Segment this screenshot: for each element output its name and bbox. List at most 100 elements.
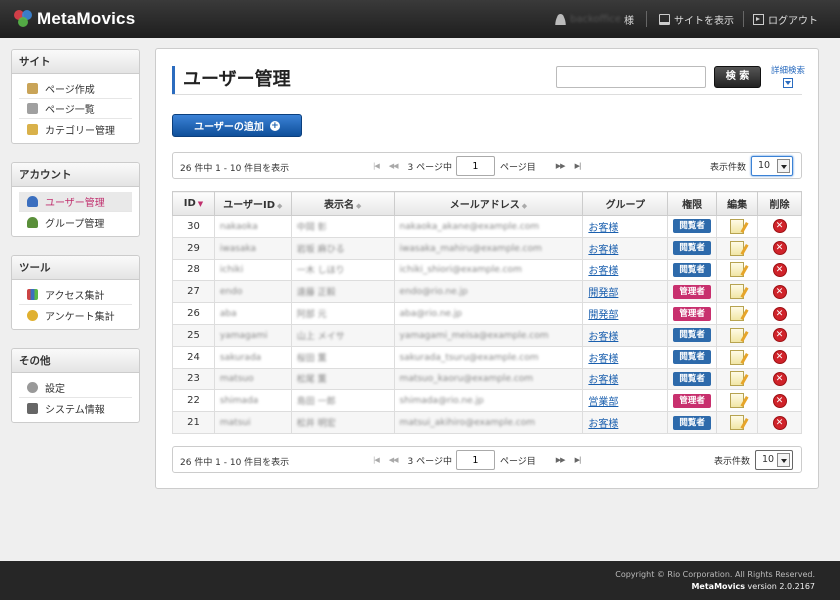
group-link[interactable]: お客様 [588,354,618,365]
cell-group: 開発部 [582,302,669,325]
cell-edit [716,345,759,369]
edit-icon[interactable] [730,415,745,431]
edit-icon[interactable] [730,349,745,365]
delete-icon[interactable]: ✕ [772,241,787,256]
cell-user-id: endo [213,280,292,304]
sidebar-item-page-create[interactable]: ページ作成 [19,79,132,99]
logout-link[interactable]: ログアウト [753,12,818,27]
sidebar-item-users[interactable]: ユーザー管理 [19,192,132,212]
cell-edit [716,258,759,282]
edit-icon[interactable] [730,327,745,343]
table-row: 23 matsuo 松尾 薫 matsuo_kaoru@example.com お客様 閲… [172,367,802,391]
table-row: 29 iwasaka 岩坂 麻ひる iwasaka_mahiru@example.co… [172,236,802,260]
next-page-icon[interactable]: ▶▶ [556,456,566,464]
sidebar-item-survey-stats[interactable]: アンケート集計 [19,305,132,325]
survey-icon [27,309,38,321]
add-user-button[interactable]: ユーザーの追加 + [172,114,302,137]
sidebar-section-title: その他 [12,349,139,373]
column-header-role: 権限 [667,191,718,216]
result-info: 26 件中 1 - 10 件目を表示 [180,458,290,468]
delete-icon[interactable]: ✕ [772,262,787,277]
delete-icon[interactable]: ✕ [772,306,787,321]
edit-icon[interactable] [730,393,745,409]
table-row: 24 sakurada 桜田 薫 sakurada_tsuru@example.com… [172,345,802,369]
group-link[interactable]: お客様 [588,332,618,343]
user-name: backoffice [570,13,621,25]
next-page-icon[interactable]: ▶▶ [556,162,566,170]
edit-icon[interactable] [730,240,745,256]
page-size-select[interactable]: 10 [751,156,793,176]
delete-icon[interactable]: ✕ [772,393,787,408]
group-link[interactable]: お客様 [588,223,618,234]
delete-icon[interactable]: ✕ [772,415,787,430]
sort-desc-icon: ▼ [197,200,204,208]
total-pages-label: 3 ページ中 [407,162,452,173]
group-link[interactable]: お客様 [588,375,618,386]
delete-icon[interactable]: ✕ [772,284,787,299]
group-link[interactable]: 開発部 [588,310,618,321]
copyright: Copyright © Rio Corporation. All Rights … [615,570,815,579]
cell-group: お客様 [582,323,669,347]
cell-group: お客様 [582,411,669,434]
page-size-select[interactable]: 10 [755,450,793,470]
edit-icon[interactable] [730,371,745,387]
page-size-label: 表示件数 [713,456,750,467]
cell-user-id: sakurada [213,345,292,369]
column-header-id[interactable]: ID ▼ [172,191,215,216]
advanced-search-link[interactable]: 詳細検索 [768,64,808,88]
cell-display-name: 松井 明宏 [290,411,395,434]
cell-delete: ✕ [757,323,802,347]
group-link[interactable]: お客様 [588,245,618,256]
user-suffix: 様 [624,15,634,27]
chevron-down-icon [777,159,790,173]
view-site-link[interactable]: サイトを表示 [659,12,734,27]
role-badge: 閲覧者 [673,371,712,386]
sidebar-item-page-list[interactable]: ページ一覧 [19,99,132,119]
page-number-input[interactable] [455,450,495,470]
sidebar-item-category[interactable]: カテゴリー管理 [19,119,132,139]
edit-icon[interactable] [730,306,745,322]
first-page-icon[interactable]: |◀ [373,162,380,170]
sidebar-section-site: サイト ページ作成 ページ一覧 カテゴリー管理 [11,49,140,144]
app-logo[interactable]: MetaMovics [14,9,135,29]
delete-icon[interactable]: ✕ [772,350,787,365]
delete-icon[interactable]: ✕ [772,219,787,234]
delete-icon[interactable]: ✕ [772,328,787,343]
table-header-row: ID ▼ ユーザーID ◆ 表示名 ◆ メールアドレス ◆ グループ 権限 編集 削除 [172,191,802,216]
last-page-icon[interactable]: ▶| [575,456,582,464]
column-header-display-name[interactable]: 表示名 ◆ [290,191,395,216]
prev-page-icon[interactable]: ◀◀ [389,456,399,464]
first-page-icon[interactable]: |◀ [373,456,380,464]
sidebar-item-groups[interactable]: グループ管理 [19,212,132,232]
user-icon [27,196,38,207]
sidebar-item-access-stats[interactable]: アクセス集計 [19,285,132,305]
sidebar-item-system-info[interactable]: システム情報 [19,398,132,418]
chart-icon [27,289,38,300]
cell-edit [716,323,759,347]
edit-icon[interactable] [730,218,745,234]
group-link[interactable]: 開発部 [588,288,618,299]
sidebar-item-settings[interactable]: 設定 [19,378,132,398]
prev-page-icon[interactable]: ◀◀ [389,162,399,170]
edit-icon[interactable] [730,284,745,300]
chevron-down-icon[interactable] [783,78,793,88]
cell-display-name: 一木 しほり [290,258,395,282]
group-link[interactable]: お客様 [588,419,618,430]
page-number-input[interactable] [455,156,495,176]
delete-icon[interactable]: ✕ [772,371,787,386]
cell-id: 23 [172,367,215,391]
group-link[interactable]: お客様 [588,266,618,277]
column-header-email[interactable]: メールアドレス ◆ [393,191,584,216]
group-icon [27,216,38,228]
logout-icon [753,13,764,25]
group-link[interactable]: 営業部 [588,397,618,408]
cell-email: matsuo_kaoru@example.com [393,367,584,391]
edit-icon[interactable] [730,262,745,278]
last-page-icon[interactable]: ▶| [575,162,582,170]
column-header-user-id[interactable]: ユーザーID ◆ [213,191,292,216]
cell-display-name: 中岡 彰 [290,215,395,238]
advanced-search-label: 詳細検索 [770,66,805,76]
search-input[interactable] [556,66,706,88]
category-icon [27,123,38,135]
search-button[interactable]: 検 索 [714,66,761,88]
